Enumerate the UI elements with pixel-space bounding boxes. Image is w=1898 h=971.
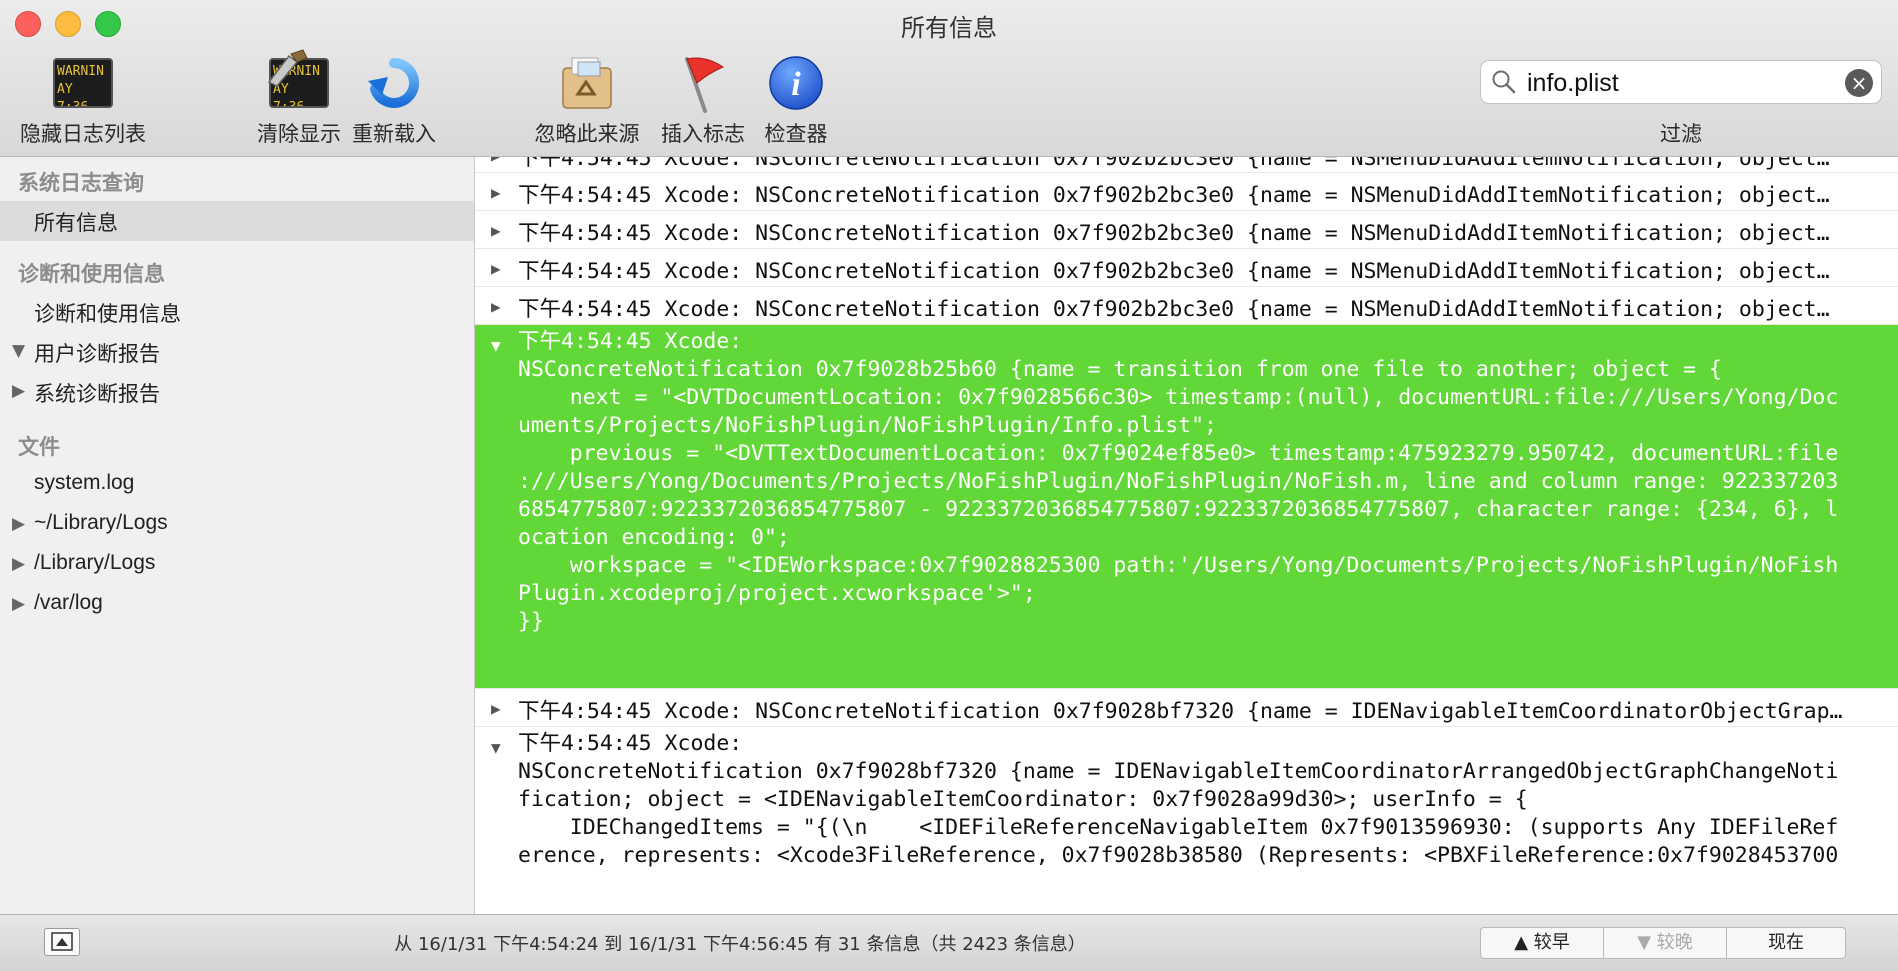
disclosure-collapsed-icon[interactable]: ▶ bbox=[491, 699, 501, 718]
later-label: 较晚 bbox=[1656, 932, 1693, 953]
earlier-label: 较早 bbox=[1533, 932, 1570, 953]
log-detail-line: NSConcreteNotification 0x7f9028b25b60 {n… bbox=[518, 357, 1722, 382]
ignore-sender-label: 忽略此来源 bbox=[534, 122, 640, 146]
filter-label: 过滤 bbox=[1660, 122, 1702, 146]
search-input[interactable] bbox=[1525, 65, 1829, 101]
sidebar-item-var-log[interactable]: /var/log bbox=[34, 591, 103, 615]
console-icon-text: AY 7:36 bbox=[57, 82, 89, 108]
toolbar: 所有信息 WARNIN AY 7:36 隐藏日志列表 WARNIN AY 7:3… bbox=[0, 0, 1898, 157]
sidebar-item-diagnostics[interactable]: 诊断和使用信息 bbox=[34, 298, 181, 328]
window-title: 所有信息 bbox=[901, 14, 997, 42]
log-row-text: 下午4:54:45 Xcode: NSConcreteNotification … bbox=[518, 699, 1843, 724]
disclosure-collapsed-icon[interactable]: ▶ bbox=[491, 157, 501, 165]
status-bar: 从 16/1/31 下午4:54:24 到 16/1/31 下午4:56:45 … bbox=[0, 914, 1898, 971]
log-message-list[interactable]: ▶ 下午4:54:45 Xcode: NSConcreteNotificatio… bbox=[475, 157, 1898, 914]
sidebar-section-system-log-queries: 系统日志查询 bbox=[18, 171, 144, 195]
log-row-header: 下午4:54:45 Xcode: bbox=[518, 329, 743, 354]
disclosure-collapsed-icon[interactable]: ▶ bbox=[12, 594, 25, 614]
log-detail-line: uments/Projects/NoFishPlugin/NoFishPlugi… bbox=[518, 413, 1217, 438]
log-row[interactable]: ▶ 下午4:54:45 Xcode: NSConcreteNotificatio… bbox=[475, 249, 1898, 287]
log-row-expanded[interactable]: ▼ 下午4:54:45 Xcode: NSConcreteNotificatio… bbox=[475, 727, 1898, 914]
log-detail-line: next = "<DVTDocumentLocation: 0x7f902856… bbox=[518, 385, 1839, 410]
log-row-text: 下午4:54:45 Xcode: NSConcreteNotification … bbox=[518, 157, 1830, 171]
sidebar: 系统日志查询 所有信息 诊断和使用信息 诊断和使用信息 ▼ 用户诊断报告 ▶ 系… bbox=[0, 157, 475, 914]
sidebar-item-system-reports[interactable]: 系统诊断报告 bbox=[34, 378, 160, 408]
disclosure-collapsed-icon[interactable]: ▶ bbox=[12, 554, 25, 574]
disclosure-collapsed-icon[interactable]: ▶ bbox=[491, 259, 501, 278]
disclosure-collapsed-icon[interactable]: ▶ bbox=[491, 221, 501, 240]
log-row-selected[interactable]: ▼ 下午4:54:45 Xcode: NSConcreteNotificatio… bbox=[475, 325, 1898, 689]
later-button[interactable]: ▼ 较晚 bbox=[1603, 927, 1727, 959]
down-triangle-icon: ▼ bbox=[1637, 932, 1652, 953]
broom-console-icon: WARNIN AY 7:36 bbox=[267, 49, 331, 114]
search-field[interactable]: × bbox=[1480, 60, 1882, 104]
reload-icon bbox=[362, 52, 426, 114]
log-row-text: 下午4:54:45 Xcode: NSConcreteNotification … bbox=[518, 259, 1830, 284]
sidebar-item-all-messages[interactable]: 所有信息 bbox=[34, 207, 118, 237]
log-row-text: 下午4:54:45 Xcode: NSConcreteNotification … bbox=[518, 183, 1830, 208]
log-row-header: 下午4:54:45 Xcode: bbox=[518, 731, 743, 756]
message-count-summary: 从 16/1/31 下午4:54:24 到 16/1/31 下午4:56:45 … bbox=[394, 934, 1086, 955]
inspector-label: 检查器 bbox=[764, 122, 828, 146]
search-icon bbox=[1492, 70, 1516, 94]
sidebar-item-user-library-logs[interactable]: ~/Library/Logs bbox=[34, 511, 168, 535]
console-icon-text: WARNIN bbox=[57, 64, 104, 79]
sidebar-item-user-reports[interactable]: 用户诊断报告 bbox=[34, 338, 160, 368]
log-row[interactable]: ▶ 下午4:54:45 Xcode: NSConcreteNotificatio… bbox=[475, 211, 1898, 249]
disclosure-collapsed-icon[interactable]: ▶ bbox=[491, 297, 501, 316]
console-icon: WARNIN AY 7:36 bbox=[51, 52, 115, 114]
insert-marker-button[interactable]: 插入标志 bbox=[654, 52, 752, 148]
log-detail-line: IDEChangedItems = "{(\n <IDEFileReferenc… bbox=[518, 815, 1839, 840]
insert-marker-label: 插入标志 bbox=[661, 122, 745, 146]
reload-label: 重新载入 bbox=[352, 122, 436, 146]
sidebar-section-diagnostics: 诊断和使用信息 bbox=[18, 262, 165, 286]
log-detail-line: workspace = "<IDEWorkspace:0x7f902882530… bbox=[518, 553, 1839, 578]
sidebar-item-system-log[interactable]: system.log bbox=[34, 471, 134, 495]
now-button[interactable]: 现在 bbox=[1726, 927, 1846, 959]
disclosure-collapsed-icon[interactable]: ▶ bbox=[491, 183, 501, 202]
disclosure-collapsed-icon[interactable]: ▶ bbox=[12, 381, 25, 401]
flag-icon bbox=[671, 52, 735, 114]
disclosure-collapsed-icon[interactable]: ▶ bbox=[12, 514, 25, 534]
svg-text:i: i bbox=[791, 66, 801, 103]
clear-search-icon[interactable]: × bbox=[1845, 69, 1873, 97]
sidebar-section-files: 文件 bbox=[18, 435, 60, 459]
now-label: 现在 bbox=[1768, 932, 1804, 953]
up-triangle-icon: ▲ bbox=[1514, 932, 1529, 953]
log-row-text: 下午4:54:45 Xcode: NSConcreteNotification … bbox=[518, 221, 1830, 246]
log-row[interactable]: ▶ 下午4:54:45 Xcode: NSConcreteNotificatio… bbox=[475, 287, 1898, 325]
reload-button[interactable]: 重新载入 bbox=[350, 52, 438, 148]
log-detail-line: ocation encoding: 0"; bbox=[518, 525, 790, 550]
log-detail-line: previous = "<DVTTextDocumentLocation: 0x… bbox=[518, 441, 1839, 466]
info-icon: i bbox=[764, 52, 828, 114]
log-detail-line: Plugin.xcodeproj/project.xcworkspace'>"; bbox=[518, 581, 1036, 606]
clear-display-label: 清除显示 bbox=[257, 122, 341, 146]
log-detail-line: erence, represents: <Xcode3FileReference… bbox=[518, 843, 1839, 868]
log-row[interactable]: ▶ 下午4:54:45 Xcode: NSConcreteNotificatio… bbox=[475, 157, 1898, 173]
log-detail-line: fication; object = <IDENavigableItemCoor… bbox=[518, 787, 1528, 812]
hide-log-list-label: 隐藏日志列表 bbox=[20, 122, 146, 146]
log-row[interactable]: ▶ 下午4:54:45 Xcode: NSConcreteNotificatio… bbox=[475, 689, 1898, 727]
disclosure-expanded-icon[interactable]: ▼ bbox=[491, 738, 501, 757]
log-row[interactable]: ▶ 下午4:54:45 Xcode: NSConcreteNotificatio… bbox=[475, 173, 1898, 211]
recycle-box-icon bbox=[555, 52, 619, 114]
hide-log-list-button[interactable]: WARNIN AY 7:36 隐藏日志列表 bbox=[16, 52, 150, 148]
log-row-text: 下午4:54:45 Xcode: NSConcreteNotification … bbox=[518, 297, 1830, 322]
inspector-button[interactable]: i 检查器 bbox=[752, 52, 840, 148]
earlier-button[interactable]: ▲ 较早 bbox=[1480, 927, 1604, 959]
clear-display-button[interactable]: WARNIN AY 7:36 清除显示 bbox=[244, 49, 354, 148]
log-detail-line: 6854775807:9223372036854775807 - 9223372… bbox=[518, 497, 1839, 522]
disclosure-expanded-icon[interactable]: ▼ bbox=[491, 336, 501, 355]
ignore-sender-button[interactable]: 忽略此来源 bbox=[532, 52, 642, 148]
log-detail-line: :///Users/Yong/Documents/Projects/NoFish… bbox=[518, 469, 1839, 494]
log-detail-line: }} bbox=[518, 609, 544, 634]
sidebar-item-library-logs[interactable]: /Library/Logs bbox=[34, 551, 155, 575]
disclosure-expanded-icon[interactable]: ▼ bbox=[12, 341, 25, 361]
log-detail-line: NSConcreteNotification 0x7f9028bf7320 {n… bbox=[518, 759, 1839, 784]
